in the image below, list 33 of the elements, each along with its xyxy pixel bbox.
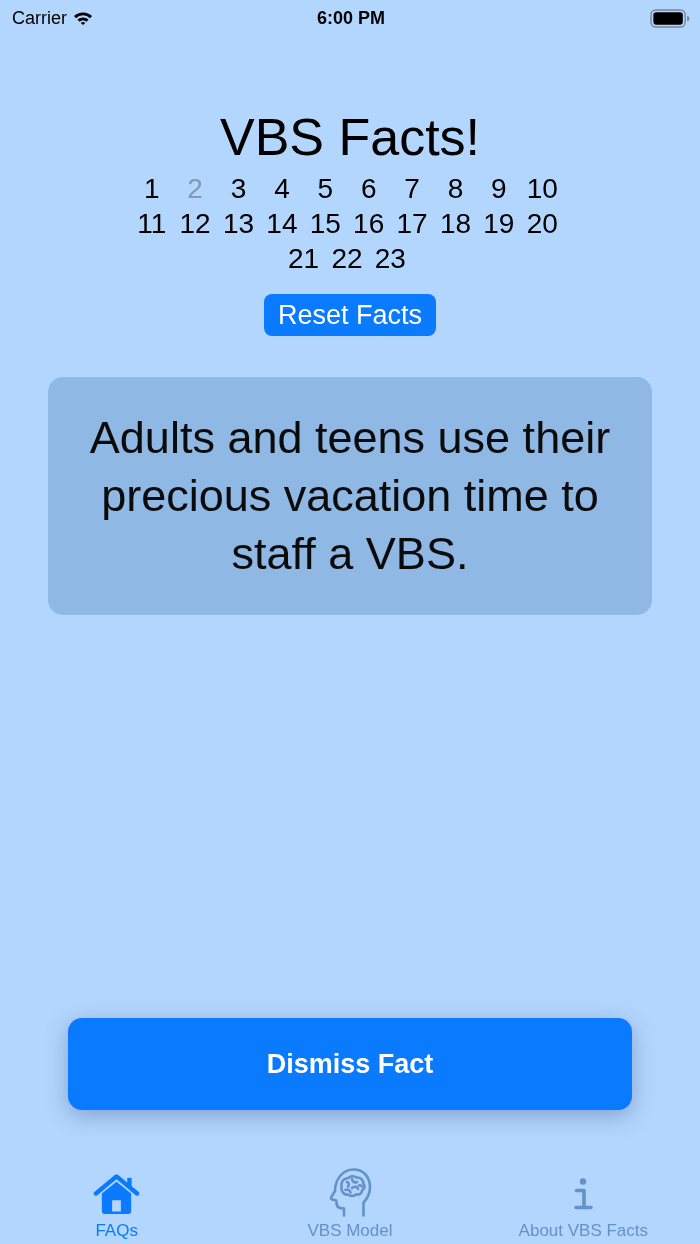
app-title: VBS Facts! (219, 107, 481, 167)
fact-number[interactable]: 9 (477, 171, 521, 206)
fact-text: Adults and teens use their precious vacation time to staff a VBS. (88, 411, 612, 581)
battery-icon (650, 8, 690, 28)
fact-number[interactable]: 14 (260, 206, 304, 241)
fact-number[interactable]: 20 (520, 206, 564, 241)
fact-number[interactable]: 5 (303, 171, 347, 206)
fact-number[interactable]: 10 (520, 171, 564, 206)
fact-number[interactable]: 13 (216, 206, 261, 241)
head-brain-icon (328, 1167, 372, 1217)
fact-number[interactable]: 21 (281, 241, 326, 276)
fact-number[interactable]: 18 (433, 206, 478, 241)
info-icon (572, 1178, 595, 1210)
fact-number[interactable]: 19 (477, 206, 521, 241)
reset-facts-button[interactable]: Reset Facts (263, 294, 436, 336)
wifi-icon (73, 11, 93, 25)
fact-number[interactable]: 16 (347, 206, 391, 241)
fact-number[interactable]: 7 (390, 171, 434, 206)
fact-number[interactable]: 3 (216, 171, 261, 206)
fact-number[interactable]: 6 (347, 171, 391, 206)
fact-number[interactable]: 17 (390, 206, 434, 241)
fact-number[interactable]: 23 (368, 241, 413, 276)
carrier-name: Carrier (12, 7, 67, 29)
status-time: 6:00 PM (317, 7, 385, 29)
dismiss-fact-button[interactable]: Dismiss Fact (68, 1018, 632, 1110)
fact-number[interactable]: 1 (130, 171, 174, 206)
house-icon (93, 1172, 141, 1216)
fact-number[interactable]: 22 (325, 241, 369, 276)
fact-number[interactable]: 15 (303, 206, 347, 241)
fact-number[interactable]: 11 (130, 206, 174, 241)
fact-number[interactable]: 12 (173, 206, 217, 241)
fact-number[interactable]: 8 (433, 171, 478, 206)
fact-number[interactable]: 4 (260, 171, 304, 206)
